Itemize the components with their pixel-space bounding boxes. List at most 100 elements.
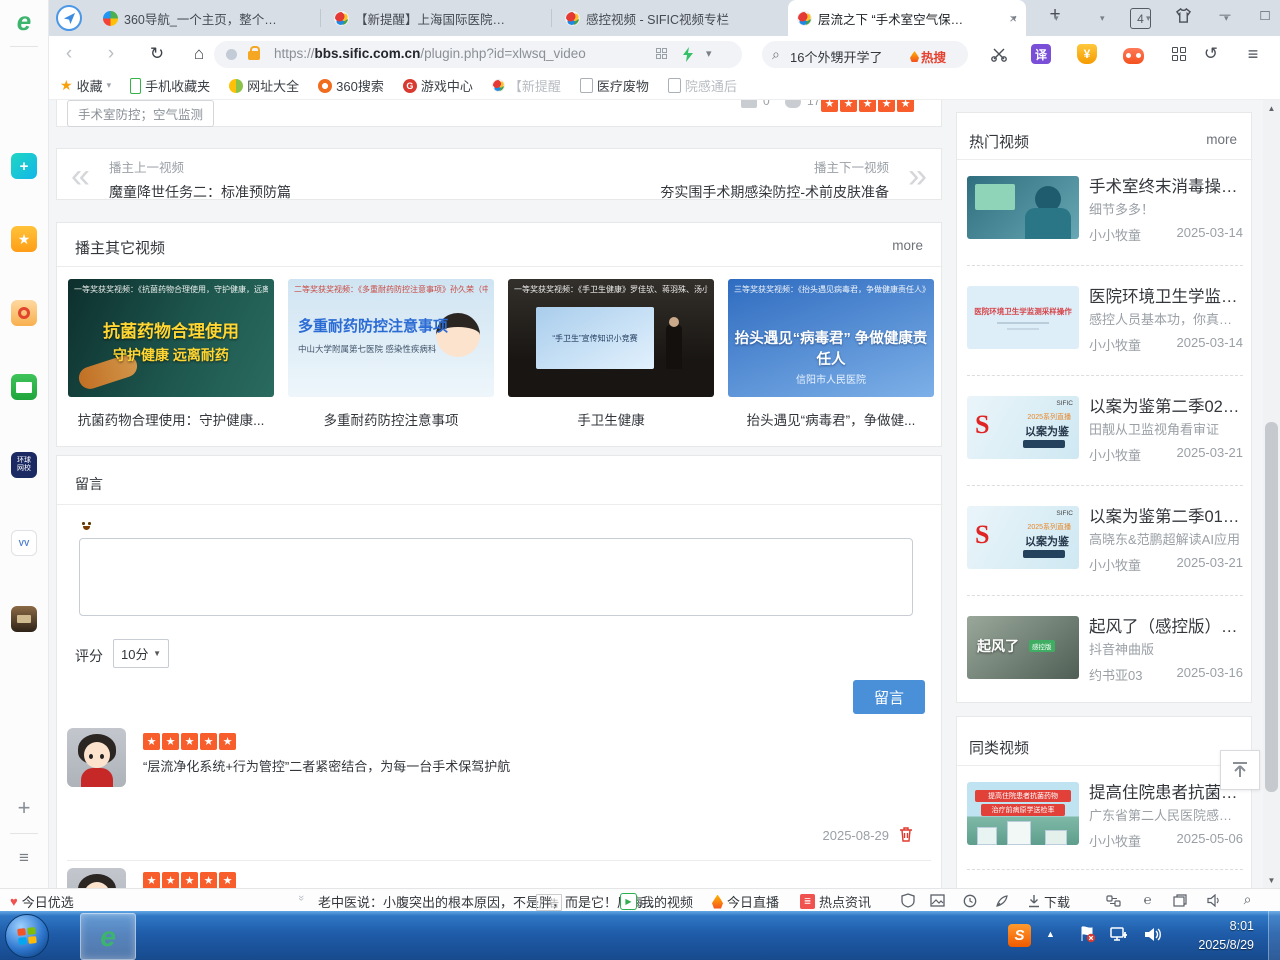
next-arrows-icon[interactable]: » xyxy=(908,159,927,193)
translate-icon[interactable]: 译 xyxy=(1028,41,1054,67)
app-list-button[interactable]: ≡ xyxy=(11,845,37,871)
video-caption[interactable]: 抗菌药物合理使用：守护健康... xyxy=(68,409,274,429)
back-to-top-button[interactable] xyxy=(1220,750,1260,790)
page-scrollbar[interactable]: ▲ ▼ xyxy=(1263,100,1280,888)
other-videos-more-link[interactable]: more xyxy=(892,238,923,253)
video-caption[interactable]: 抬头遇见“病毒君”，争做健... xyxy=(728,409,934,429)
screenshot-image-icon[interactable] xyxy=(930,893,945,908)
bookmark-medical-waste[interactable]: 医疗废物 xyxy=(580,76,649,95)
scroll-down-icon[interactable]: ▼ xyxy=(1263,872,1280,888)
rating-select[interactable]: 10分 ▼ xyxy=(113,639,169,668)
prev-arrows-icon[interactable]: « xyxy=(71,159,90,193)
tab-active-laminar-flow[interactable]: 层流之下 “手术室空气保… × xyxy=(788,0,1026,36)
game-dropdown-icon[interactable]: ▾ xyxy=(1146,13,1151,24)
translate-dropdown-icon[interactable]: ▾ xyxy=(1054,13,1059,24)
tab-360-nav[interactable]: 360导航_一个主页，整个… xyxy=(94,0,316,36)
daily-picks-link[interactable]: ♥今日优选 xyxy=(10,892,74,911)
undo-closed-tab-icon[interactable]: ↺ xyxy=(1198,41,1224,67)
action-center-flag-icon[interactable] xyxy=(1078,925,1096,943)
address-bar[interactable]: https://bbs.sific.com.cn/plugin.php?id=x… xyxy=(214,41,742,68)
favorites-star-icon[interactable]: ★ xyxy=(11,226,37,252)
prev-video-link[interactable]: 播主上一视频 魔童降世任务二：标准预防篇 xyxy=(109,157,291,202)
search-box[interactable]: ⌕ 16个外甥开学了 热搜 xyxy=(762,41,968,68)
scrollbar-thumb[interactable] xyxy=(1265,422,1278,792)
my-videos-link[interactable]: ▶我的视频 xyxy=(620,892,693,911)
main-menu-icon[interactable]: ≡ xyxy=(1240,41,1266,67)
scissors-dropdown-icon[interactable]: ▾ xyxy=(1012,13,1017,24)
history-clock-icon[interactable] xyxy=(962,893,977,908)
similar-video-item[interactable]: 提高住院患者抗菌药物 治疗前病原学送检率 提高住院患者抗菌药... 广东省第二人… xyxy=(967,779,1243,875)
weibo-icon[interactable] xyxy=(11,300,37,326)
like-icon[interactable] xyxy=(741,100,757,108)
mute-speaker-icon[interactable] xyxy=(1206,893,1221,908)
show-desktop-button[interactable] xyxy=(1268,911,1280,960)
hot-videos-more-link[interactable]: more xyxy=(1206,132,1237,147)
ie-compat-icon[interactable]: ℮ xyxy=(1140,892,1155,907)
url-text[interactable]: https://bbs.sific.com.cn/plugin.php?id=x… xyxy=(274,46,644,61)
news-ticker-link[interactable]: 老中医说：小腹突出的根本原因，不是胖，而是它！后悔... xyxy=(318,892,654,911)
network-icon[interactable] xyxy=(1110,926,1130,943)
back-button[interactable]: ‹ xyxy=(56,41,82,67)
huanqiu-wangxiao-icon[interactable]: 环球网校 xyxy=(11,452,37,478)
photo-shortcut-icon[interactable] xyxy=(11,606,37,632)
hot-video-item[interactable]: S SIFIC 2025系列直播 以案为鉴 以案为鉴第二季02：... 田靓从卫… xyxy=(967,393,1243,489)
download-link[interactable]: 下载 xyxy=(1028,892,1070,911)
video-thumbnail[interactable]: 二等奖获奖视频：《多重耐药防控注意事项》孙久荣（中山大学附属第七医院感染性疾病科… xyxy=(288,279,494,397)
hot-video-item[interactable]: 手术室终末消毒操作... 细节多多！ 小小牧童 2025-03-14 xyxy=(967,173,1243,269)
game-center-icon[interactable] xyxy=(1120,41,1146,67)
window-mode-icon[interactable] xyxy=(1172,893,1187,908)
scroll-up-icon[interactable]: ▲ xyxy=(1263,100,1280,116)
bookmark-mobile-favorites[interactable]: 手机收藏夹 xyxy=(130,76,210,95)
video-caption[interactable]: 多重耐药防控注意事项 xyxy=(288,409,494,429)
proxy-link-icon[interactable] xyxy=(1106,893,1121,908)
security-shield-icon[interactable] xyxy=(900,893,915,908)
hot-video-item[interactable]: S SIFIC 2025系列直播 以案为鉴 以案为鉴第二季01：... 高晓东&… xyxy=(967,503,1243,599)
wallet-shield-icon[interactable]: ¥ xyxy=(1074,41,1100,67)
address-dropdown-icon[interactable]: ▾ xyxy=(706,47,712,60)
comment-textarea[interactable] xyxy=(79,538,913,616)
search-query[interactable]: 16个外甥开学了 xyxy=(790,47,900,66)
tab-sific-videos[interactable]: 感控视频 - SIFIC视频专栏 xyxy=(556,0,778,36)
video-caption[interactable]: 手卫生健康 xyxy=(508,409,714,429)
apps-grid-icon[interactable] xyxy=(1166,41,1192,67)
bookmark-new-notice[interactable]: 【新提醒 xyxy=(492,76,561,95)
navigation-compass-button[interactable] xyxy=(56,5,82,31)
bookmark-game-center[interactable]: G游戏中心 xyxy=(403,76,473,95)
forward-button[interactable]: › xyxy=(98,41,124,67)
speed-rocket-icon[interactable] xyxy=(994,893,1009,908)
live-today-link[interactable]: 今日直播 xyxy=(712,892,779,911)
video-thumbnail[interactable]: 一等奖获奖视频：《手卫生健康》罗佳欤、蒋羽殊、汤小萍等（遂宁市中心医院） “手卫… xyxy=(508,279,714,397)
bookmark-yuangan[interactable]: 院感通后 xyxy=(668,76,737,95)
undo-dropdown-icon[interactable]: ▾ xyxy=(1224,13,1229,24)
next-video-link[interactable]: 播主下一视频 夯实围手术期感染防控-术前皮肤准备 xyxy=(660,157,889,202)
screenshot-scissors-icon[interactable] xyxy=(986,41,1012,67)
reload-button[interactable]: ↻ xyxy=(144,41,170,67)
wallet-dropdown-icon[interactable]: ▾ xyxy=(1100,13,1105,24)
commenter-avatar[interactable] xyxy=(67,728,126,787)
bookmark-favorites[interactable]: ★收藏▾ xyxy=(60,76,111,95)
lock-warning-icon[interactable] xyxy=(248,51,260,60)
tray-s-app-icon[interactable]: S xyxy=(1008,924,1031,947)
delete-comment-trash-icon[interactable] xyxy=(899,826,913,847)
video-tag-button[interactable]: 手术室防控；空气监测 xyxy=(67,100,214,127)
hot-news-link[interactable]: ≣热点资讯 xyxy=(800,892,871,911)
mail-icon[interactable] xyxy=(11,374,37,400)
qr-code-icon[interactable] xyxy=(656,48,668,60)
video-thumbnail[interactable]: 一等奖获奖视频：《抗菌药物合理使用，守护健康，远离耐药》 抗菌药物合理使用 守护… xyxy=(68,279,274,397)
taskbar-clock[interactable]: 8:01 2025/8/29 xyxy=(1174,917,1254,955)
volume-icon[interactable] xyxy=(1144,926,1162,943)
video-rating-stars[interactable]: ★★★★★ xyxy=(821,100,916,112)
accelerate-lightning-icon[interactable] xyxy=(682,47,694,62)
bookmark-site-directory[interactable]: 网址大全 xyxy=(229,76,299,95)
taskbar-360-browser-button[interactable]: e xyxy=(80,913,136,960)
maximize-button[interactable]: □ xyxy=(1248,0,1280,30)
bookmark-360-search[interactable]: 360搜索 xyxy=(318,76,384,95)
add-app-button[interactable]: + xyxy=(11,795,37,821)
health-app-icon[interactable]: + xyxy=(11,153,37,179)
submit-comment-button[interactable]: 留言 xyxy=(853,680,925,714)
tab-sific-notice[interactable]: 【新提醒】上海国际医院… xyxy=(325,0,547,36)
reader-mode-icon[interactable] xyxy=(226,49,237,60)
find-on-page-icon[interactable]: ⌕ xyxy=(1240,892,1255,907)
start-button[interactable] xyxy=(5,914,49,958)
hot-video-item[interactable]: 起风了 感控版 起风了（感控版）—... 抖音神曲版 约书亚03 2025-03… xyxy=(967,613,1243,709)
